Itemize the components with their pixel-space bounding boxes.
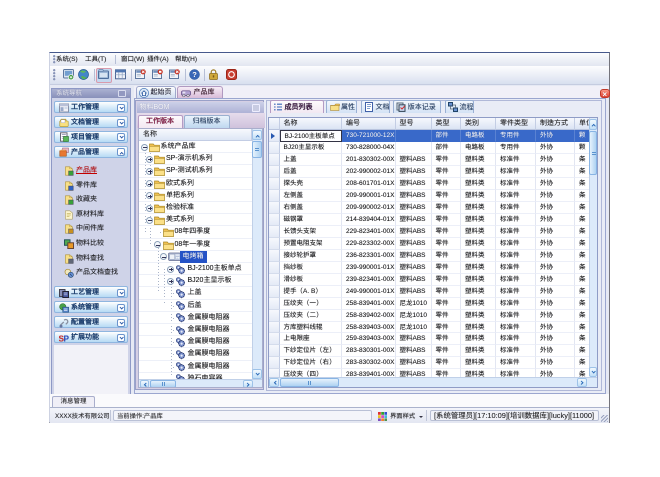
svg-text:?: ? <box>192 70 197 79</box>
svg-text:P: P <box>63 334 69 343</box>
